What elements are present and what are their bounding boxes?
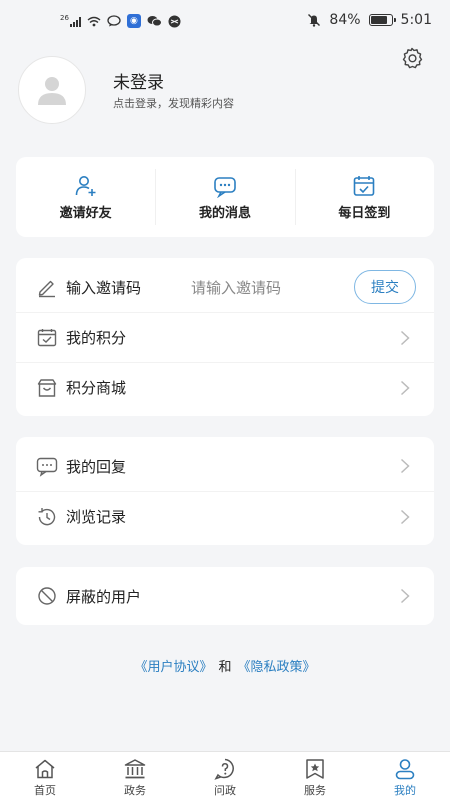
invite-friends-label: 邀请好友 <box>59 205 112 221</box>
chevron-right-icon <box>400 509 410 525</box>
wechat-icon <box>147 16 162 27</box>
menu-item-blocked-users[interactable]: 屏蔽的用户 <box>16 571 434 621</box>
message-icon <box>214 176 236 198</box>
menu-item-label: 浏览记录 <box>66 508 127 526</box>
points-icon <box>37 328 57 346</box>
block-icon <box>38 587 56 605</box>
add-user-icon <box>75 175 96 196</box>
status-bar: 26 ◉ 84% 5:01 <box>0 0 450 44</box>
service-icon <box>306 759 324 779</box>
gear-icon[interactable] <box>400 46 424 70</box>
network-label: 26 <box>60 14 69 22</box>
status-bar-right: 84% 5:01 <box>307 12 432 28</box>
invite-code-input[interactable]: 请输入邀请码 <box>191 277 281 298</box>
menu-item-label: 屏蔽的用户 <box>66 587 142 606</box>
tab-label: 服务 <box>304 784 326 797</box>
calendar-check-icon <box>354 175 375 196</box>
daily-checkin-label: 每日签到 <box>338 205 391 221</box>
home-icon <box>35 759 55 779</box>
tab-mine[interactable]: 我的 <box>360 752 450 800</box>
pencil-icon <box>38 280 55 298</box>
chevron-right-icon <box>400 330 410 346</box>
invite-code-label: 输入邀请码 <box>66 278 142 297</box>
my-messages-label: 我的消息 <box>198 205 251 221</box>
quick-actions-card: 邀请好友 我的消息 每日签到 <box>16 157 434 237</box>
menu-item-my-replies[interactable]: 我的回复 <box>16 441 434 491</box>
legal-links: 《用户协议》和《隐私政策》 <box>0 656 450 675</box>
signal-icon: 26 <box>60 15 81 27</box>
tab-label: 我的 <box>394 784 416 797</box>
tab-inquiry[interactable]: 问政 <box>180 752 270 800</box>
menu-item-label: 我的积分 <box>66 329 127 347</box>
menu-item-points-mall[interactable]: 积分商城 <box>16 362 434 412</box>
user-agreement-link[interactable]: 《用户协议》 <box>134 660 212 675</box>
invite-code-row: 输入邀请码 请输入邀请码 提交 <box>16 262 434 312</box>
avatar[interactable] <box>18 56 86 124</box>
menu-item-label: 我的回复 <box>66 457 127 476</box>
reply-icon <box>36 457 58 477</box>
chevron-right-icon <box>400 588 410 604</box>
tab-home[interactable]: 首页 <box>0 752 90 800</box>
shop-icon <box>37 378 57 397</box>
my-messages-button[interactable]: 我的消息 <box>155 157 294 237</box>
status-bar-left: 26 ◉ <box>60 14 181 28</box>
and-text: 和 <box>218 660 232 675</box>
privacy-policy-link[interactable]: 《隐私政策》 <box>238 660 316 675</box>
tab-label: 政务 <box>124 784 146 797</box>
menu-item-my-points[interactable]: 我的积分 <box>16 312 434 362</box>
login-subtitle[interactable]: 点击登录，发现精彩内容 <box>113 95 234 111</box>
chevron-right-icon <box>400 380 410 396</box>
profile-icon <box>395 759 415 780</box>
tab-label: 问政 <box>214 784 236 797</box>
menu-item-label: 积分商城 <box>66 379 127 397</box>
battery-percent: 84% <box>329 12 361 28</box>
history-icon <box>38 507 56 525</box>
menu-card-points: 输入邀请码 请输入邀请码 提交 我的积分 积分商城 <box>16 258 434 416</box>
chat-bubble-icon <box>107 15 121 27</box>
tab-government[interactable]: 政务 <box>90 752 180 800</box>
mute-icon <box>308 14 321 27</box>
menu-item-history[interactable]: 浏览记录 <box>16 491 434 541</box>
tab-service[interactable]: 服务 <box>270 752 360 800</box>
user-avatar-icon <box>38 77 66 105</box>
wifi-icon <box>87 16 101 26</box>
daily-checkin-button[interactable]: 每日签到 <box>294 157 434 237</box>
login-title[interactable]: 未登录 <box>113 68 164 93</box>
menu-card-blocked: 屏蔽的用户 <box>16 567 434 625</box>
invite-friends-button[interactable]: 邀请好友 <box>16 157 155 237</box>
battery-icon <box>368 14 396 26</box>
clock: 5:01 <box>400 12 432 28</box>
tab-label: 首页 <box>34 784 56 797</box>
submit-button[interactable]: 提交 <box>354 270 416 304</box>
government-icon <box>124 759 146 779</box>
app-badge-icon: ◉ <box>126 14 141 28</box>
chevron-right-icon <box>400 458 410 474</box>
app-icon <box>168 15 181 27</box>
question-icon <box>214 758 234 780</box>
menu-card-activity: 我的回复 浏览记录 <box>16 437 434 545</box>
bottom-tab-bar: 首页 政务 问政 服务 我的 <box>0 751 450 800</box>
